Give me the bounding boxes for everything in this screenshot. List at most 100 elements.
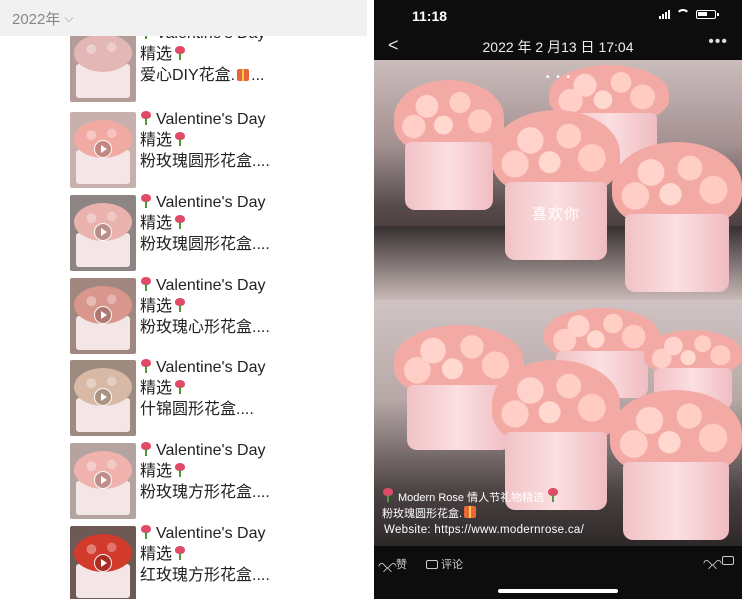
tulip-icon: [174, 132, 186, 146]
year-label: 2022年: [12, 10, 61, 28]
status-icons: [659, 9, 719, 19]
post-text: Valentine's Day 精选什锦圆形花盒....: [140, 357, 360, 420]
play-icon[interactable]: [94, 554, 112, 572]
tulip-icon: [140, 277, 152, 291]
feed-item[interactable]: Valentine's Day 精选粉玫瑰心形花盒....: [70, 275, 360, 358]
post-line-2: 精选: [140, 380, 173, 397]
feed-item[interactable]: Valentine's Day 精选粉玫瑰方形花盒....: [70, 440, 360, 523]
post-line-1: Valentine's Day: [156, 525, 266, 542]
year-selector[interactable]: 2022年 ⌵: [0, 0, 367, 36]
post-line-2: 精选: [140, 463, 173, 480]
post-line-2: 精选: [140, 298, 173, 315]
flower-box: 喜欢你: [492, 110, 620, 260]
post-text: Valentine's Day 精选粉玫瑰心形花盒....: [140, 275, 360, 338]
gift-icon: [237, 69, 250, 81]
home-indicator: [498, 589, 618, 593]
tulip-icon: [174, 546, 186, 560]
post-detail-view: 11:18 < 2022 年 2 月13 日 17:04 ••• 喜欢你 • •…: [374, 0, 742, 599]
tulip-icon: [174, 463, 186, 477]
comment-label: 评论: [441, 559, 463, 571]
wifi-icon: [676, 9, 690, 19]
feed-item[interactable]: Valentine's Day 精选粉玫瑰圆形花盒....: [70, 109, 360, 192]
status-time: 11:18: [412, 8, 448, 24]
action-bar: 赞 评论: [374, 554, 742, 576]
post-thumbnail[interactable]: [70, 195, 136, 271]
heart-icon: [382, 559, 393, 569]
nav-bar: < 2022 年 2 月13 日 17:04 •••: [374, 30, 742, 60]
feed-item[interactable]: Valentine's Day 精选粉玫瑰圆形花盒....: [70, 192, 360, 275]
post-line-2: 精选: [140, 546, 173, 563]
post-line-1: Valentine's Day: [156, 359, 266, 376]
status-bar: 11:18: [374, 0, 742, 30]
tulip-icon: [140, 525, 152, 539]
post-text: Valentine's Day 精选粉玫瑰圆形花盒....: [140, 192, 360, 255]
post-line-2: 精选: [140, 215, 173, 232]
post-line-1: Valentine's Day: [156, 194, 266, 211]
tulip-icon: [140, 111, 152, 125]
post-text: Valentine's Day 精选粉玫瑰方形花盒....: [140, 440, 360, 503]
feed-item[interactable]: Valentine's Day 精选什锦圆形花盒....: [70, 357, 360, 440]
post-line-3: 粉玫瑰圆形花盒....: [140, 153, 270, 170]
play-icon[interactable]: [94, 140, 112, 158]
quick-actions: [707, 556, 734, 566]
tulip-icon: [174, 215, 186, 229]
like-button[interactable]: 赞: [382, 556, 407, 572]
play-icon[interactable]: [94, 306, 112, 324]
play-icon[interactable]: [94, 388, 112, 406]
post-line-1: Valentine's Day: [156, 111, 266, 128]
tulip-icon: [174, 46, 186, 60]
post-thumbnail[interactable]: [70, 360, 136, 436]
comment-button[interactable]: 评论: [426, 556, 463, 572]
page-dots: • • •: [546, 72, 573, 83]
comment-icon: [426, 559, 438, 569]
chevron-down-icon: ⌵: [64, 10, 74, 25]
post-line-3: 粉玫瑰方形花盒....: [140, 484, 270, 501]
tulip-icon: [140, 359, 152, 373]
post-line-1: Valentine's Day: [156, 442, 266, 459]
play-icon[interactable]: [94, 223, 112, 241]
tulip-icon: [547, 488, 559, 502]
battery-icon: [696, 9, 719, 19]
post-thumbnail[interactable]: [70, 443, 136, 519]
post-text: Valentine's Day 精选粉玫瑰圆形花盒....: [140, 109, 360, 172]
post-thumbnail[interactable]: [70, 112, 136, 188]
post-line-1: Valentine's Day: [156, 277, 266, 294]
post-line-3: 红玫瑰方形花盒....: [140, 567, 270, 584]
heart-icon[interactable]: [707, 556, 718, 566]
comment-icon[interactable]: [722, 556, 734, 565]
timeline-panel: 2022年 ⌵ Valentine's Day精选爱心DIY花盒....Vale…: [0, 0, 367, 599]
signal-icon: [659, 9, 670, 19]
caption-line-1: Modern Rose 情人节礼物精选: [398, 492, 545, 504]
photo-panel-top: 喜欢你 • • •: [374, 60, 742, 300]
tulip-icon: [174, 298, 186, 312]
tulip-icon: [140, 442, 152, 456]
post-line-3-suffix: ...: [251, 67, 265, 84]
post-line-2: 精选: [140, 132, 173, 149]
post-thumbnail[interactable]: [70, 26, 136, 102]
gift-icon: [464, 506, 477, 518]
website-link[interactable]: Website: https://www.modernrose.ca/: [384, 524, 584, 536]
feed-item[interactable]: Valentine's Day 精选红玫瑰方形花盒....: [70, 523, 360, 599]
more-options-icon[interactable]: •••: [708, 33, 728, 51]
tulip-icon: [140, 194, 152, 208]
post-thumbnail[interactable]: [70, 278, 136, 354]
post-thumbnail[interactable]: [70, 526, 136, 599]
post-photo[interactable]: 喜欢你 • • •: [374, 60, 742, 546]
tulip-icon: [174, 380, 186, 394]
flower-box: [394, 80, 504, 210]
box-label: 喜欢你: [531, 205, 580, 223]
flower-box: [612, 142, 742, 292]
post-line-3: 爱心DIY花盒.: [140, 67, 236, 84]
caption-line-2: 粉玫瑰圆形花盒.: [382, 508, 463, 520]
play-icon[interactable]: [94, 471, 112, 489]
tulip-icon: [382, 488, 394, 502]
post-caption: Modern Rose 情人节礼物精选 粉玫瑰圆形花盒.: [382, 488, 734, 522]
post-line-3: 粉玫瑰圆形花盒....: [140, 236, 270, 253]
post-line-2: 精选: [140, 46, 173, 63]
post-text: Valentine's Day 精选红玫瑰方形花盒....: [140, 523, 360, 586]
post-date: 2022 年 2 月13 日 17:04: [482, 39, 634, 55]
post-line-3: 什锦圆形花盒....: [140, 401, 254, 418]
like-label: 赞: [396, 559, 407, 571]
post-line-3: 粉玫瑰心形花盒....: [140, 319, 270, 336]
feed-item[interactable]: Valentine's Day精选爱心DIY花盒....: [70, 25, 360, 106]
